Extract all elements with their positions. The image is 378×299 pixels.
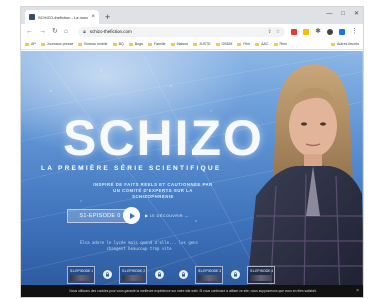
browser-window: SCHIZO-thefiction - La nouvelle ... × + … xyxy=(20,6,364,298)
folder-icon xyxy=(255,42,260,46)
lock-icon xyxy=(103,270,112,279)
browser-toolbar: ← → ↻ ⌂ 🔒︎ schizo-thefiction.com ⇪ ☆ ✱ ⋮ xyxy=(21,24,363,39)
bookmark-item[interactable]: AP xyxy=(25,42,36,46)
bookmark-item[interactable]: OBDM xyxy=(215,42,233,46)
folder-icon xyxy=(78,42,83,46)
folder-icon xyxy=(112,42,117,46)
folder-icon xyxy=(273,42,278,46)
episode-list: S1-EPISODE 1 S1-EPISODE 2 S1-EPISODE 3 S… xyxy=(67,266,277,286)
home-icon[interactable]: ⌂ xyxy=(64,28,68,35)
bookmark-star-icon[interactable]: ☆ xyxy=(276,29,280,35)
bookmark-label: OBDM xyxy=(221,42,233,46)
bookmark-item[interactable]: Bugs xyxy=(128,42,143,46)
bookmark-item[interactable]: Journaux presse xyxy=(40,42,74,46)
episode-card[interactable]: S1-EPISODE 3 xyxy=(195,266,223,284)
lock-icon xyxy=(179,270,188,279)
bookmark-label: Bugs xyxy=(134,42,143,46)
reload-icon[interactable]: ↻ xyxy=(52,28,58,35)
forward-icon[interactable]: → xyxy=(39,28,46,35)
maximize-button[interactable]: □ xyxy=(341,11,345,17)
new-tab-button[interactable]: + xyxy=(105,13,110,22)
episode-thumbnail xyxy=(198,275,220,281)
cookie-close-icon[interactable]: × xyxy=(356,289,359,294)
url-text: schizo-thefiction.com xyxy=(89,29,132,34)
folder-icon xyxy=(215,42,220,46)
hero-quote: Elsa adore le lycée mais quand d'elle...… xyxy=(79,240,198,251)
bookmark-label: AAC xyxy=(261,42,269,46)
bookmark-item[interactable]: JUSTE xyxy=(193,42,211,46)
bookmark-item[interactable]: Bureau mobile xyxy=(78,42,108,46)
lock-icon: 🔒︎ xyxy=(83,28,86,35)
bookmark-label: AP xyxy=(31,42,36,46)
schizo-logo: SCHIZO xyxy=(63,110,264,166)
episode-thumbnail xyxy=(250,275,272,281)
site-favicon-icon xyxy=(29,14,35,20)
minimize-button[interactable]: — xyxy=(326,11,332,17)
discover-link[interactable]: ▶ LE DÉCOUVRIR → xyxy=(145,213,189,218)
folder-icon xyxy=(237,42,242,46)
bookmark-item[interactable]: BQ xyxy=(112,42,124,46)
bookmark-label: Journaux presse xyxy=(46,42,74,46)
episode-card[interactable]: S1-EPISODE 4 xyxy=(247,266,275,284)
hero-subtitle: LA PREMIÈRE SÉRIE SCIENTIFIQUE xyxy=(41,165,222,172)
folder-icon xyxy=(40,42,45,46)
hero-tagline: INSPIRÉ DE FAITS RÉELS ET CAUTIONNÉE PAR… xyxy=(93,182,213,200)
share-icon[interactable]: ⇪ xyxy=(267,29,271,35)
back-icon[interactable]: ← xyxy=(26,28,33,35)
play-button[interactable] xyxy=(123,207,140,224)
episode-thumbnail xyxy=(70,275,92,281)
page-viewport: SCHIZO LA PREMIÈRE SÉRIE SCIENTIFIQUE IN… xyxy=(21,51,363,297)
tab-strip: SCHIZO-thefiction - La nouvelle ... × + … xyxy=(21,7,363,24)
address-bar[interactable]: 🔒︎ schizo-thefiction.com ⇪ ☆ xyxy=(78,26,286,37)
play-icon xyxy=(129,212,135,219)
cookie-banner: Nous utilisons des cookies pour vous gar… xyxy=(21,285,363,297)
sidebar-icon[interactable] xyxy=(339,28,345,35)
lock-icon xyxy=(231,270,240,279)
tab-close-icon[interactable]: × xyxy=(91,14,95,20)
bookmark-label: Maison xyxy=(176,42,189,46)
episode-card[interactable]: S1-EPISODE 1 xyxy=(67,266,95,284)
browser-tab[interactable]: SCHIZO-thefiction - La nouvelle ... × xyxy=(25,10,99,24)
bookmark-label: BQ xyxy=(118,42,124,46)
cookie-text: Nous utilisons des cookies pour vous gar… xyxy=(69,289,317,294)
actress-portrait-image xyxy=(246,64,363,297)
bookmark-label: Film xyxy=(243,42,251,46)
menu-kebab-icon[interactable]: ⋮ xyxy=(351,28,358,35)
folder-icon xyxy=(170,42,175,46)
bookmark-item[interactable]: Rem xyxy=(273,42,288,46)
bookmark-item[interactable]: Maison xyxy=(170,42,189,46)
episode-label: S1-EPISODE 2 xyxy=(122,269,146,273)
bookmark-label: JUSTE xyxy=(199,42,211,46)
bookmark-label: Famille xyxy=(153,42,166,46)
window-controls: — □ ✕ xyxy=(326,11,359,17)
folder-icon xyxy=(25,42,29,46)
bookmarks-bar: AP Journaux presse Bureau mobile BQ Bugs Fami… xyxy=(21,39,363,50)
extension-icon-1[interactable] xyxy=(291,28,298,35)
extensions-puzzle-icon[interactable]: ✱ xyxy=(315,28,321,35)
folder-icon xyxy=(147,42,152,46)
episode-thumbnail xyxy=(122,275,144,281)
bookmark-item[interactable]: Famille xyxy=(147,42,166,46)
episode-label: S1-EPISODE 1 xyxy=(70,269,94,273)
bookmark-item[interactable]: AAC xyxy=(255,42,269,46)
lock-icon xyxy=(155,270,164,279)
folder-icon xyxy=(331,42,336,46)
extension-icon-2[interactable] xyxy=(303,28,310,35)
close-window-button[interactable]: ✕ xyxy=(354,11,359,17)
episode-label: S1-EPISODE 4 xyxy=(250,269,274,273)
bookmark-label: Bureau mobile xyxy=(84,42,108,46)
folder-icon xyxy=(128,42,133,46)
bookmark-item[interactable]: Film xyxy=(237,42,250,46)
tab-title: SCHIZO-thefiction - La nouvelle ... xyxy=(38,14,89,20)
episode-card[interactable]: S1-EPISODE 2 xyxy=(119,266,147,284)
profile-icon[interactable] xyxy=(327,28,333,35)
bookmark-label: Rem xyxy=(279,42,288,46)
page-scrollbar[interactable] xyxy=(362,51,363,297)
other-bookmarks[interactable]: Autres favoris xyxy=(331,42,359,46)
other-bookmarks-label: Autres favoris xyxy=(337,42,359,46)
folder-icon xyxy=(193,42,198,46)
episode-label: S1-EPISODE 3 xyxy=(198,269,222,273)
